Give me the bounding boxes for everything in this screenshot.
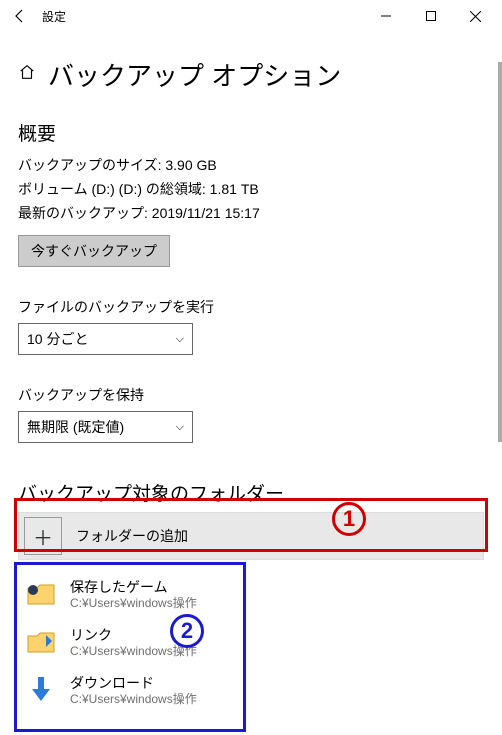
frequency-label: ファイルのバックアップを実行 <box>18 297 484 317</box>
volume-space: ボリューム (D:) (D:) の総領域: 1.81 TB <box>18 178 484 202</box>
chevron-down-icon: ⌵ <box>176 421 184 434</box>
frequency-section: ファイルのバックアップを実行 10 分ごと ⌵ <box>18 297 484 355</box>
titlebar: 設定 <box>0 0 502 32</box>
maximize-button[interactable] <box>408 1 453 31</box>
page-title: バックアップ オプション <box>48 56 341 93</box>
window-controls <box>363 1 498 31</box>
folder-path: C:¥Users¥windows操作 <box>70 692 197 706</box>
folder-item[interactable]: 保存したゲーム C:¥Users¥windows操作 <box>18 570 484 618</box>
download-icon <box>24 673 58 707</box>
frequency-select[interactable]: 10 分ごと ⌵ <box>18 323 193 355</box>
backup-now-button[interactable]: 今すぐバックアップ <box>18 235 170 267</box>
page-heading: バックアップ オプション <box>18 56 484 93</box>
folder-icon <box>24 577 58 611</box>
folder-name: ダウンロード <box>70 675 197 692</box>
folder-text: 保存したゲーム C:¥Users¥windows操作 <box>70 579 197 610</box>
folder-icon <box>24 625 58 659</box>
last-backup: 最新のバックアップ: 2019/11/21 15:17 <box>18 202 484 226</box>
folder-path: C:¥Users¥windows操作 <box>70 644 197 658</box>
content: バックアップ オプション 概要 バックアップのサイズ: 3.90 GB ボリュー… <box>0 32 502 714</box>
frequency-value: 10 分ごと <box>27 329 88 349</box>
scrollbar[interactable] <box>498 62 502 442</box>
window-title: 設定 <box>42 8 66 25</box>
add-folder-label: フォルダーの追加 <box>76 526 188 546</box>
folder-text: リンク C:¥Users¥windows操作 <box>70 627 197 658</box>
overview-heading: 概要 <box>18 119 484 146</box>
folder-item[interactable]: ダウンロード C:¥Users¥windows操作 <box>18 666 484 714</box>
back-button[interactable] <box>4 0 36 32</box>
backup-size: バックアップのサイズ: 3.90 GB <box>18 154 484 178</box>
add-folder-row[interactable]: ＋ フォルダーの追加 <box>18 512 484 560</box>
chevron-down-icon: ⌵ <box>176 333 184 346</box>
retention-section: バックアップを保持 無期限 (既定値) ⌵ <box>18 385 484 443</box>
retention-value: 無期限 (既定値) <box>27 417 124 437</box>
retention-select[interactable]: 無期限 (既定値) ⌵ <box>18 411 193 443</box>
home-icon[interactable] <box>18 63 36 86</box>
folder-item[interactable]: リンク C:¥Users¥windows操作 <box>18 618 484 666</box>
folder-name: リンク <box>70 627 197 644</box>
overview-section: 概要 バックアップのサイズ: 3.90 GB ボリューム (D:) (D:) の… <box>18 119 484 267</box>
plus-icon: ＋ <box>24 517 62 555</box>
folders-heading: バックアップ対象のフォルダー <box>18 479 484 506</box>
folder-text: ダウンロード C:¥Users¥windows操作 <box>70 675 197 706</box>
folder-name: 保存したゲーム <box>70 579 197 596</box>
close-button[interactable] <box>453 1 498 31</box>
retention-label: バックアップを保持 <box>18 385 484 405</box>
folder-path: C:¥Users¥windows操作 <box>70 596 197 610</box>
minimize-button[interactable] <box>363 1 408 31</box>
